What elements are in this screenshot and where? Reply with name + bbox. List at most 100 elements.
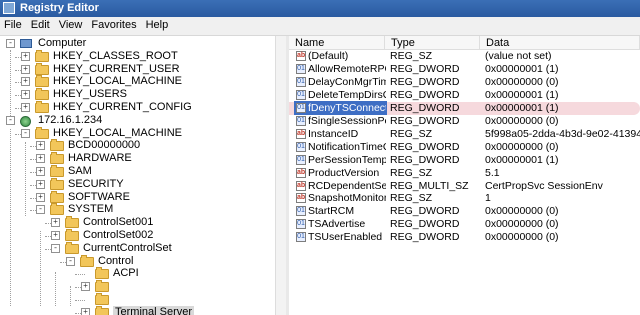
column-header-data[interactable]: Data	[480, 36, 640, 50]
value-data: 0x00000000 (0)	[485, 205, 559, 218]
binary-value-icon: 01	[296, 206, 306, 217]
expand-icon[interactable]: +	[36, 179, 45, 189]
values-list[interactable]: Name Type Data ab (Default) REG_SZ (value n…	[289, 36, 640, 315]
value-row[interactable]: 01NotificationTimeOut REG_DWORD 0x00000000…	[289, 141, 640, 154]
binary-value-icon: 01	[296, 115, 306, 126]
collapse-icon[interactable]: -	[6, 39, 15, 48]
value-row[interactable]: 01DelayConMgrTim... REG_DWORD 0x00000000 (…	[289, 76, 640, 89]
expand-icon[interactable]: +	[36, 192, 45, 202]
collapse-icon[interactable]: -	[51, 243, 60, 253]
value-name: AllowRemoteRPC	[308, 62, 386, 75]
value-data: 5f998a05-2dda-4b3d-9e02-41394fe	[485, 127, 640, 140]
value-type: REG_DWORD	[390, 101, 460, 114]
value-type: REG_DWORD	[390, 153, 460, 166]
value-row[interactable]: 01fDenyTSConnecti... REG_DWORD 0x00000001 …	[289, 100, 640, 115]
value-row[interactable]: 01 StartRCM REG_DWORD 0x00000000 (0)	[289, 205, 640, 218]
value-data: CertPropSvc SessionEnv	[485, 179, 603, 192]
collapse-icon[interactable]: -	[36, 205, 45, 215]
tree-scrollbar[interactable]	[275, 36, 286, 315]
tree-guide-line	[25, 142, 26, 216]
folder-icon	[35, 101, 49, 113]
value-data: 0x00000000 (0)	[485, 114, 559, 127]
tree-guide-line	[10, 50, 11, 116]
tree-guide-line	[70, 286, 71, 306]
registry-tree[interactable]: - Computer + HKEY_CLASSES_ROOT + HKEY_CURRENT…	[0, 36, 283, 315]
collapse-icon[interactable]: -	[66, 256, 75, 266]
string-value-icon: ab	[296, 167, 306, 178]
value-name: fDenyTSConnecti...	[308, 101, 386, 114]
value-data: 0x00000000 (0)	[485, 140, 559, 153]
menu-help[interactable]: Help	[142, 17, 174, 31]
value-data: 0x00000000 (0)	[485, 218, 559, 231]
folder-icon	[65, 216, 79, 229]
menu-favorites[interactable]: Favorites	[87, 17, 141, 31]
value-row[interactable]: ab ProductVersion REG_SZ 5.1	[289, 167, 640, 180]
tree-guide-line	[10, 129, 11, 306]
value-row[interactable]: 01 TSAdvertise REG_DWORD 0x00000000 (0)	[289, 218, 640, 231]
string-value-icon: ab	[296, 51, 306, 61]
tree-node-label: SOFTWARE	[68, 190, 130, 203]
value-data: 5.1	[485, 166, 500, 179]
column-header-name[interactable]: Name	[289, 36, 385, 50]
expand-icon[interactable]: +	[21, 64, 30, 74]
value-type: REG_DWORD	[390, 205, 460, 218]
value-data: 0x00000001 (1)	[485, 88, 559, 101]
tree-node-label: ControlSet002	[83, 229, 154, 241]
expand-icon[interactable]: +	[21, 90, 30, 100]
value-data: 0x00000001 (1)	[485, 62, 559, 75]
tree-connector	[75, 274, 85, 276]
value-data: (value not set)	[485, 50, 552, 62]
registry-editor-icon	[3, 2, 15, 14]
expand-icon[interactable]: +	[81, 307, 90, 315]
expand-icon[interactable]: +	[36, 167, 45, 176]
folder-icon	[95, 305, 109, 315]
folder-icon	[95, 267, 109, 280]
tree-node-label: Control	[98, 254, 134, 267]
menu-file[interactable]: File	[0, 17, 27, 31]
value-row[interactable]: 01PerSessionTempDir REG_DWORD 0x00000001 (…	[289, 154, 640, 167]
tree-node-label: HKEY_CURRENT_CONFIG	[53, 101, 192, 113]
tree-node-label: SYSTEM	[68, 203, 114, 216]
expand-icon[interactable]: +	[81, 282, 90, 292]
menu-view[interactable]: View	[55, 17, 88, 31]
value-name: (Default)	[308, 50, 349, 62]
value-type: REG_DWORD	[390, 231, 460, 244]
value-row[interactable]: ab SnapshotMonitors REG_SZ 1	[289, 192, 640, 205]
tree-node-label: HKEY_LOCAL_MACHINE	[53, 126, 182, 139]
tree-node-label: HKEY_LOCAL_MACHINE	[53, 75, 182, 88]
value-row[interactable]: 01fSingleSessionPer... REG_DWORD 0x0000000…	[289, 115, 640, 128]
collapse-icon[interactable]: -	[6, 115, 15, 125]
expand-icon[interactable]: +	[51, 218, 60, 228]
value-row[interactable]: 01 TSUserEnabled REG_DWORD 0x00000000 (0)	[289, 231, 640, 244]
collapse-icon[interactable]: -	[21, 128, 30, 138]
expand-icon[interactable]: +	[21, 51, 30, 61]
value-row[interactable]: ab (Default) REG_SZ (value not set)	[289, 50, 640, 63]
expand-icon[interactable]: +	[36, 154, 45, 164]
tree-node-label: SAM	[68, 165, 92, 177]
tree-node-label: 172.16.1.234	[38, 113, 103, 126]
menu-edit[interactable]: Edit	[27, 17, 55, 31]
folder-icon	[35, 88, 49, 101]
binary-value-icon: 01	[296, 76, 306, 87]
expand-icon[interactable]: +	[51, 231, 60, 240]
value-row[interactable]: abRCDependentSer... REG_MULTI_SZ CertPropS…	[289, 180, 640, 193]
expand-icon[interactable]: +	[21, 77, 30, 87]
tree-node-label: ACPI	[113, 267, 139, 280]
folder-icon	[35, 75, 49, 88]
tree-node-label: HKEY_CURRENT_USER	[53, 62, 180, 75]
tree-guide-line	[40, 231, 41, 306]
value-name: NotificationTimeOut	[308, 140, 386, 153]
tree-node[interactable]: + Terminal Server	[0, 305, 275, 315]
value-name: TSAdvertise	[308, 218, 366, 231]
tree-node-label: BCD00000000	[68, 139, 141, 152]
value-row[interactable]: 01 AllowRemoteRPC REG_DWORD 0x00000001 (1)	[289, 63, 640, 76]
expand-icon[interactable]: +	[21, 103, 30, 112]
tree-node-label: ControlSet001	[83, 216, 154, 229]
value-row[interactable]: ab InstanceID REG_SZ 5f998a05-2dda-4b3d-9e0…	[289, 128, 640, 141]
tree-node-label: Terminal Server	[113, 305, 195, 315]
folder-icon	[50, 177, 64, 190]
expand-icon[interactable]: +	[36, 141, 45, 151]
value-data: 1	[485, 192, 491, 205]
value-type: REG_DWORD	[390, 114, 460, 127]
column-header-type[interactable]: Type	[385, 36, 480, 50]
